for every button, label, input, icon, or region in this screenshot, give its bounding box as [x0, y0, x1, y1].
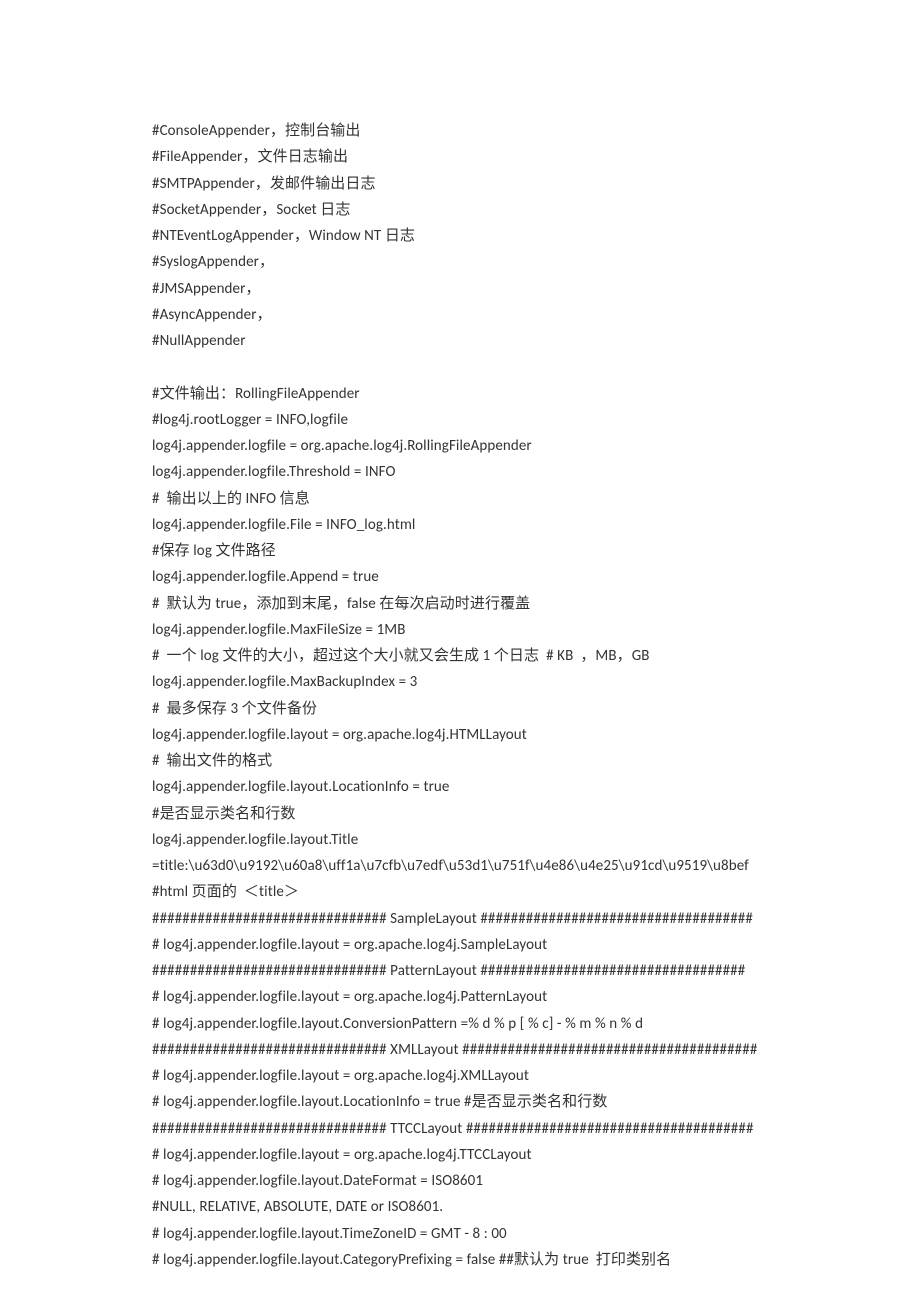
code-line: #NullAppender — [152, 328, 770, 354]
code-line: #NTEventLogAppender，Window NT 日志 — [152, 223, 770, 249]
code-line: # log4j.appender.logfile.layout.Location… — [152, 1089, 770, 1115]
code-line: #保存 log 文件路径 — [152, 538, 770, 564]
code-line: #SocketAppender，Socket 日志 — [152, 197, 770, 223]
document-body: #ConsoleAppender，控制台输出#FileAppender，文件日志… — [152, 118, 770, 1273]
code-line: # 输出文件的格式 — [152, 748, 770, 774]
code-line: #是否显示类名和行数 — [152, 801, 770, 827]
code-line: #SMTPAppender，发邮件输出日志 — [152, 171, 770, 197]
code-line: # log4j.appender.logfile.layout.DateForm… — [152, 1168, 770, 1194]
code-line: log4j.appender.logfile.Append = true — [152, 564, 770, 590]
code-line: log4j.appender.logfile = org.apache.log4… — [152, 433, 770, 459]
code-line: # 默认为 true，添加到末尾，false 在每次启动时进行覆盖 — [152, 591, 770, 617]
code-line: log4j.appender.logfile.layout.Title — [152, 827, 770, 853]
code-line: #NULL, RELATIVE, ABSOLUTE, DATE or ISO86… — [152, 1194, 770, 1220]
code-line: #JMSAppender， — [152, 276, 770, 302]
code-line: #SyslogAppender， — [152, 249, 770, 275]
code-line: # 输出以上的 INFO 信息 — [152, 486, 770, 512]
code-line — [152, 354, 770, 380]
code-line: #log4j.rootLogger = INFO,logfile — [152, 407, 770, 433]
code-line: # log4j.appender.logfile.layout = org.ap… — [152, 1142, 770, 1168]
code-line: #html 页面的 ＜title＞ — [152, 879, 770, 905]
code-line: log4j.appender.logfile.layout = org.apac… — [152, 722, 770, 748]
code-line: log4j.appender.logfile.layout.LocationIn… — [152, 774, 770, 800]
code-line: ############################### XMLLayou… — [152, 1037, 770, 1063]
code-line: =title:\u63d0\u9192\u60a8\uff1a\u7cfb\u7… — [152, 853, 770, 879]
code-line: # log4j.appender.logfile.layout = org.ap… — [152, 1063, 770, 1089]
code-line: ############################### PatternL… — [152, 958, 770, 984]
code-line: ############################### TTCCLayo… — [152, 1116, 770, 1142]
code-line: # 一个 log 文件的大小，超过这个大小就又会生成 1 个日志 # KB ，M… — [152, 643, 770, 669]
code-line: #AsyncAppender， — [152, 302, 770, 328]
code-line: ############################### SampleLa… — [152, 906, 770, 932]
code-line: log4j.appender.logfile.Threshold = INFO — [152, 459, 770, 485]
code-line: #ConsoleAppender，控制台输出 — [152, 118, 770, 144]
code-line: # log4j.appender.logfile.layout = org.ap… — [152, 932, 770, 958]
code-line: log4j.appender.logfile.MaxFileSize = 1MB — [152, 617, 770, 643]
code-line: log4j.appender.logfile.File = INFO_log.h… — [152, 512, 770, 538]
code-line: #FileAppender，文件日志输出 — [152, 144, 770, 170]
code-line: # 最多保存 3 个文件备份 — [152, 696, 770, 722]
code-line: # log4j.appender.logfile.layout = org.ap… — [152, 984, 770, 1010]
code-line: # log4j.appender.logfile.layout.Category… — [152, 1247, 770, 1273]
code-line: # log4j.appender.logfile.layout.Conversi… — [152, 1011, 770, 1037]
code-line: #文件输出：RollingFileAppender — [152, 381, 770, 407]
code-line: # log4j.appender.logfile.layout.TimeZone… — [152, 1221, 770, 1247]
code-line: log4j.appender.logfile.MaxBackupIndex = … — [152, 669, 770, 695]
